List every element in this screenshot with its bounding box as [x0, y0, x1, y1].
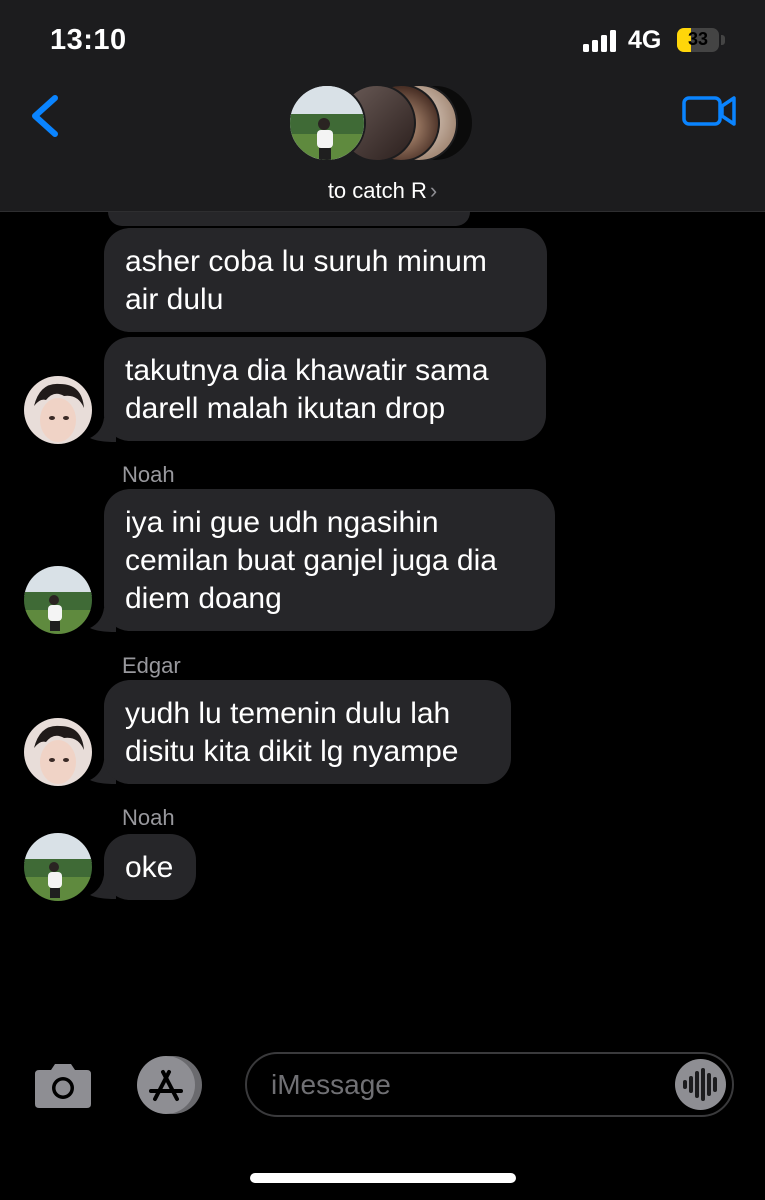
camera-icon	[35, 1064, 91, 1108]
sender-name: Noah	[122, 462, 175, 487]
sender-avatar	[24, 566, 92, 634]
video-camera-icon	[682, 96, 736, 126]
sender-name: Noah	[122, 805, 175, 830]
message-bubble-partial[interactable]	[108, 212, 470, 226]
imessage-field[interactable]	[245, 1052, 734, 1117]
status-bar: 13:10 4G 33	[0, 0, 765, 80]
app-store-icon	[137, 1056, 202, 1114]
message-bubble[interactable]: iya ini gue udh ngasihin cemilan buat ga…	[104, 489, 555, 631]
message-bubble[interactable]: asher coba lu suruh minum air dulu	[104, 228, 547, 332]
sender-avatar	[24, 718, 92, 786]
cellular-signal-icon	[583, 30, 619, 52]
group-name-label: to catch R	[327, 178, 427, 203]
camera-button[interactable]	[31, 1062, 95, 1110]
battery-percent: 33	[687, 29, 709, 49]
conversation-header: to catch R ›	[0, 80, 765, 212]
chevron-left-icon	[32, 95, 58, 137]
home-indicator	[250, 1173, 516, 1183]
facetime-video-button[interactable]	[680, 88, 740, 132]
group-avatar-stack[interactable]	[288, 84, 478, 164]
app-store-button[interactable]	[134, 1055, 206, 1115]
sender-name: Edgar	[122, 653, 181, 678]
battery-icon: 33	[677, 28, 719, 52]
message-bubble[interactable]: yudh lu temenin dulu lah disitu kita dik…	[104, 680, 511, 784]
network-type: 4G	[628, 26, 662, 54]
audio-message-button[interactable]	[675, 1059, 726, 1110]
message-bubble[interactable]: oke	[104, 834, 196, 900]
group-name[interactable]: to catch R ›	[0, 178, 765, 204]
chevron-right-icon: ›	[429, 178, 438, 203]
status-time: 13:10	[50, 24, 127, 56]
message-bubble[interactable]: takutnya dia khawatir sama darell malah …	[104, 337, 546, 441]
group-member-avatar	[288, 84, 366, 162]
sender-avatar	[24, 833, 92, 901]
battery-tip	[721, 35, 725, 45]
message-input[interactable]	[271, 1054, 651, 1115]
sender-avatar	[24, 376, 92, 444]
back-button[interactable]	[22, 88, 74, 144]
